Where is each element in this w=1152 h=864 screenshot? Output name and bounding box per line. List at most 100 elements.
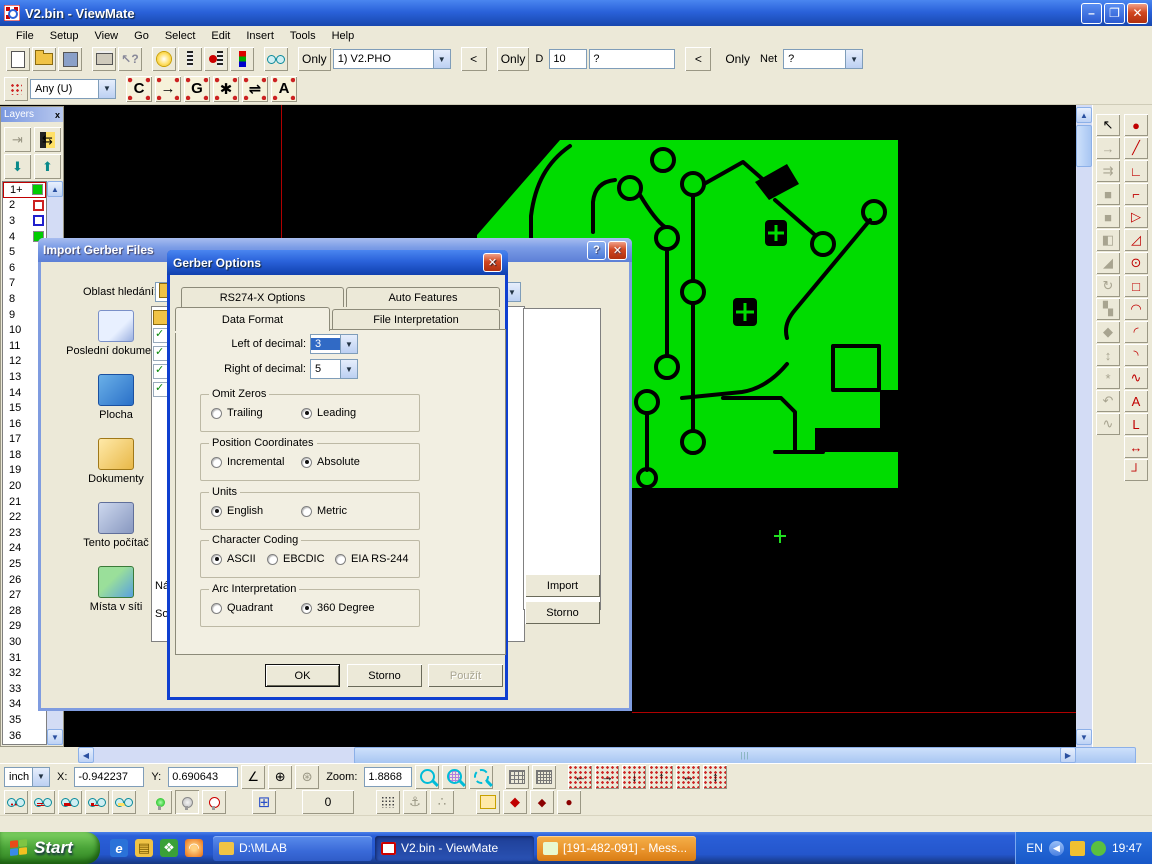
only-net-button[interactable]: Only [721, 47, 754, 71]
minimize-button[interactable]: – [1081, 3, 1102, 24]
highlight-flash-button[interactable] [152, 47, 176, 71]
menu-item[interactable]: Insert [238, 28, 282, 44]
highlight-on-button[interactable] [148, 790, 172, 814]
preview-list[interactable] [523, 308, 601, 610]
undo-arc-tool[interactable]: ↶ [1096, 390, 1120, 412]
apply-button[interactable]: Použít [428, 664, 503, 687]
radio-quadrant[interactable]: Quadrant [211, 602, 273, 614]
color-film-button[interactable] [230, 47, 254, 71]
x-coordinate-field[interactable] [74, 767, 144, 787]
snap-grid-button[interactable] [376, 790, 400, 814]
prev-layer-button[interactable]: < [461, 47, 487, 71]
chevron-down-icon[interactable]: ▼ [433, 50, 450, 68]
menu-item[interactable]: Edit [203, 28, 238, 44]
radio-absolute[interactable]: Absolute [301, 456, 360, 468]
close-button[interactable]: ✕ [608, 241, 627, 260]
language-indicator[interactable]: EN [1026, 841, 1043, 855]
flash-pad-tool[interactable]: ● [1124, 114, 1148, 136]
gerber-dialog-titlebar[interactable]: Gerber Options ✕ [167, 250, 508, 275]
right-decimal-combo[interactable]: 5▼ [310, 359, 358, 379]
menu-item[interactable]: Help [324, 28, 363, 44]
menu-item[interactable]: Select [157, 28, 204, 44]
spline-tool[interactable]: ∿ [1124, 367, 1148, 389]
fill-square2-tool[interactable]: ■ [1096, 206, 1120, 228]
highlight-outline-button[interactable] [202, 790, 226, 814]
mirror-horizontal-tool[interactable]: ◢ [1096, 252, 1120, 274]
arc-cw-tool[interactable]: ◝ [1124, 344, 1148, 366]
circle-tool[interactable]: ⊙ [1124, 252, 1148, 274]
tray-chevron-icon[interactable]: ◀ [1049, 841, 1064, 856]
layer-row[interactable]: 36 [3, 728, 46, 744]
dcode-input[interactable] [549, 49, 587, 69]
pad-step-up-button[interactable]: ↑ [649, 765, 673, 789]
radio-english[interactable]: English [211, 505, 263, 517]
grid-toggle-button[interactable] [532, 765, 556, 789]
tab-data-format[interactable]: Data Format [175, 307, 330, 331]
arc-ccw-tool[interactable]: ◜ [1124, 321, 1148, 343]
layer-row[interactable]: 2 [3, 198, 46, 214]
radio-incremental[interactable]: Incremental [211, 456, 284, 468]
menu-item[interactable]: Tools [282, 28, 324, 44]
line-tool[interactable]: ╱ [1124, 137, 1148, 159]
zoom-window-button[interactable] [469, 765, 493, 789]
lasso-tool[interactable]: ∿ [1096, 413, 1120, 435]
only-dcode-button[interactable]: Only [497, 47, 530, 71]
layer-shift-button[interactable]: ⇥ [4, 127, 31, 152]
chevron-down-icon[interactable]: ▼ [340, 335, 357, 353]
scroll-up-icon[interactable]: ▲ [47, 181, 63, 197]
aperture-g-button[interactable]: G [184, 76, 210, 102]
view-fill-button[interactable] [112, 790, 136, 814]
pad-span-v-button[interactable]: ↕ [703, 765, 727, 789]
text-tool[interactable]: A [1124, 390, 1148, 412]
polyline-tool[interactable]: ∟ [1124, 160, 1148, 182]
y-coordinate-field[interactable] [168, 767, 238, 787]
messenger-tray-icon[interactable] [1070, 841, 1085, 856]
hscroll-thumb[interactable]: ||| [354, 747, 1136, 764]
gerber-file-icon[interactable] [153, 346, 168, 361]
task-button[interactable]: D:\MLAB [213, 836, 372, 861]
context-help-button[interactable]: ↖? [118, 47, 142, 71]
view-glasses-button[interactable] [264, 47, 288, 71]
pad-flash-mode-button[interactable] [476, 790, 500, 814]
circle-film-button[interactable] [204, 47, 228, 71]
corner-tool[interactable]: ┘ [1124, 459, 1148, 481]
cancel-button[interactable]: Storno [525, 601, 600, 624]
save-file-button[interactable] [58, 47, 82, 71]
triangle-tool[interactable]: ◿ [1124, 229, 1148, 251]
chevron-down-icon[interactable]: ▼ [340, 360, 357, 378]
task-button[interactable]: V2.bin - ViewMate [375, 836, 534, 861]
ok-button[interactable]: OK [265, 664, 340, 687]
pad-step-right-button[interactable]: → [595, 765, 619, 789]
curve-tool[interactable]: ◠ [1124, 298, 1148, 320]
label-tool[interactable]: L [1124, 413, 1148, 435]
fill-square-tool[interactable]: ■ [1096, 183, 1120, 205]
tab-auto-features[interactable]: Auto Features [346, 287, 500, 307]
menu-item[interactable]: Setup [42, 28, 87, 44]
app-tray-icon[interactable] [1091, 841, 1106, 856]
chevron-down-icon[interactable]: ▼ [845, 50, 862, 68]
tools-film-button[interactable] [178, 47, 202, 71]
view-pads-button[interactable] [58, 790, 82, 814]
layers-panel-titlebar[interactable]: Layersx [1, 107, 63, 122]
layer-down-button[interactable]: ⬇ [4, 154, 31, 179]
gerber-file-icon[interactable] [153, 328, 168, 343]
path-corner-tool[interactable]: ⌐ [1124, 183, 1148, 205]
quadrant-view-button[interactable]: ⊞ [252, 790, 276, 814]
canvas-vscrollbar[interactable]: ▲ ▼ [1076, 105, 1092, 747]
green-app-icon[interactable]: ❖ [160, 839, 178, 857]
close-button[interactable]: ✕ [483, 253, 502, 272]
dcode-query-input[interactable] [589, 49, 675, 69]
text-a-button[interactable]: A [271, 76, 297, 102]
layer-row[interactable]: 3 [3, 213, 46, 229]
tab-rs274x-options[interactable]: RS274-X Options [181, 287, 344, 307]
zoom-value-field[interactable] [364, 767, 412, 787]
pad-step-left-button[interactable]: ← [568, 765, 592, 789]
scale-tool[interactable]: ▚ [1096, 298, 1120, 320]
gerber-file-icon[interactable] [153, 364, 168, 379]
chevron-down-icon[interactable]: ▼ [98, 80, 115, 98]
radio-ascii[interactable]: ASCII [211, 553, 256, 565]
pad-pattern-button[interactable] [4, 77, 28, 101]
layer-stack-button[interactable]: ⇆ [34, 127, 61, 152]
only-layer-button[interactable]: Only [298, 47, 331, 71]
restore-button[interactable]: ❐ [1104, 3, 1125, 24]
